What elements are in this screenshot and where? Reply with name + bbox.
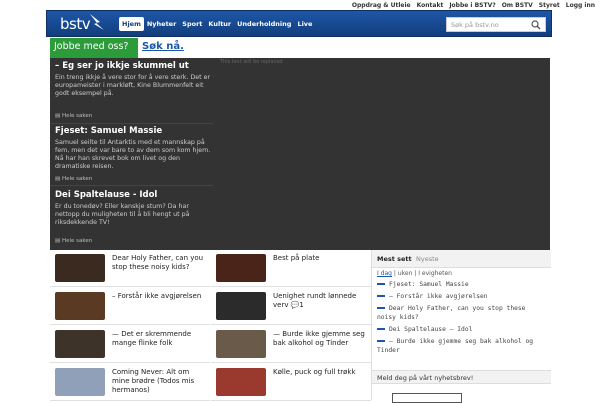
nav-underholdning[interactable]: Underholdning <box>234 17 294 31</box>
bar-icon <box>377 328 385 330</box>
story-title[interactable]: Dei Spaltelause - Idol <box>55 190 213 200</box>
logo-mark-icon <box>90 14 104 30</box>
article-tile[interactable]: — Det er skremmende mange flinke folk <box>50 326 210 363</box>
article-tile[interactable]: Dear Holy Father, can you stop these noi… <box>50 250 210 287</box>
story-text: Ein treng ikkje å vere stor for å vere s… <box>55 74 211 97</box>
time-filter: I dag | uken | I evigheten <box>377 270 452 277</box>
top-link-kontakt[interactable]: Kontakt <box>417 2 444 9</box>
article-thumbnail[interactable] <box>55 292 105 320</box>
article-thumbnail[interactable] <box>55 330 105 358</box>
article-title[interactable]: — Burde ikke gjemme seg bak alkohol og T… <box>273 330 368 348</box>
story-title[interactable]: – Eg ser jo ikkje skummel ut <box>55 61 213 71</box>
filter-ever[interactable]: I evigheten <box>418 270 452 277</box>
search-icon[interactable] <box>531 20 541 30</box>
article-thumbnail[interactable] <box>55 254 105 282</box>
nav-live[interactable]: Live <box>294 17 315 31</box>
story-title[interactable]: Fjeset: Samuel Massie <box>55 126 213 136</box>
top-link-oppdrag[interactable]: Oppdrag & Utleie <box>352 2 411 9</box>
article-thumbnail[interactable] <box>216 330 266 358</box>
nav-sport[interactable]: Sport <box>179 17 205 31</box>
site-header: bstv Hjem Nyheter Sport Kultur Underhold… <box>46 10 552 37</box>
article-tile[interactable]: — Burde ikke gjemme seg bak alkohol og T… <box>211 326 371 363</box>
story-text: Er du tonedøv? Eller kanskje stum? Da ha… <box>55 203 190 226</box>
most-viewed-sidebar: Mest sett Nyeste I dag | uken | I evighe… <box>371 250 551 403</box>
list-item[interactable]: — Burde ikke gjemme seg bak alkohol og T… <box>377 337 547 355</box>
story-text: Samuel seilte til Antarktis med et manns… <box>55 139 211 170</box>
job-banner[interactable]: Jobbe med oss? Søk nå. <box>50 38 550 58</box>
video-placeholder: This text will be replaced <box>220 59 283 65</box>
job-banner-link[interactable]: Søk nå. <box>142 41 184 52</box>
bar-icon <box>377 340 385 342</box>
article-thumbnail[interactable] <box>216 292 266 320</box>
article-title[interactable]: Best på plate <box>273 254 368 263</box>
article-tile[interactable]: – Forstår ikke avgjørelsen <box>50 288 210 325</box>
nav-hjem[interactable]: Hjem <box>119 17 144 31</box>
article-thumbnail[interactable] <box>216 368 266 396</box>
tab-most-viewed[interactable]: Mest sett <box>377 255 412 263</box>
most-viewed-list: Fjeset: Samuel Massie – Forstår ikke avg… <box>377 280 547 355</box>
article-tile[interactable]: Coming Never: Alt om mine brødre (Todos … <box>50 364 210 401</box>
story-more-link[interactable]: ▤ Hele saken <box>55 238 92 244</box>
article-title[interactable]: Uenighet rundt lønnede verv 💬1 <box>273 292 368 310</box>
sidebar-tabs: Mest sett Nyeste <box>372 250 551 268</box>
article-tile[interactable]: Kølle, puck og full trøkk <box>211 364 371 401</box>
article-grid: Dear Holy Father, can you stop these noi… <box>50 250 371 401</box>
article-title[interactable]: Coming Never: Alt om mine brødre (Todos … <box>112 368 207 395</box>
story-more-link[interactable]: ▤ Hele saken <box>55 176 92 182</box>
featured-story-1[interactable]: – Eg ser jo ikkje skummel ut Ein treng i… <box>50 61 213 124</box>
top-link-jobbe[interactable]: Jobbe i BSTV? <box>449 2 495 9</box>
article-title[interactable]: Dear Holy Father, can you stop these noi… <box>112 254 207 272</box>
search-placeholder: Søk på bstv.no <box>451 21 499 29</box>
list-item[interactable]: Dear Holy Father, can you stop these noi… <box>377 304 547 322</box>
search-input[interactable]: Søk på bstv.no <box>446 17 546 32</box>
newsletter-email-input[interactable] <box>392 393 462 403</box>
story-more-link[interactable]: ▤ Hele saken <box>55 113 92 119</box>
featured-story-3[interactable]: Dei Spaltelause - Idol Er du tonedøv? El… <box>55 190 213 244</box>
top-links-bar: Oppdrag & Utleie Kontakt Jobbe i BSTV? O… <box>0 0 600 10</box>
article-thumbnail[interactable] <box>55 368 105 396</box>
nav-nyheter[interactable]: Nyheter <box>144 17 179 31</box>
top-link-om[interactable]: Om BSTV <box>502 2 533 9</box>
main-nav: Hjem Nyheter Sport Kultur Underholdning … <box>119 17 315 31</box>
top-link-styret[interactable]: Styret <box>539 2 560 9</box>
filter-today[interactable]: I dag <box>377 270 392 277</box>
bar-icon <box>377 283 385 285</box>
nav-kultur[interactable]: Kultur <box>205 17 234 31</box>
story-divider <box>50 185 213 186</box>
article-thumbnail[interactable] <box>216 254 266 282</box>
featured-story-2[interactable]: Fjeset: Samuel Massie Samuel seilte til … <box>50 126 213 186</box>
story-divider <box>50 123 213 124</box>
list-item[interactable]: – Forstår ikke avgjørelsen <box>377 292 547 301</box>
list-item[interactable]: Fjeset: Samuel Massie <box>377 280 547 289</box>
tab-newest[interactable]: Nyeste <box>416 255 439 263</box>
list-item[interactable]: Dei Spaltelause – Idol <box>377 325 547 334</box>
article-tile[interactable]: Best på plate <box>211 250 371 287</box>
top-link-login[interactable]: Logg inn <box>566 2 595 9</box>
article-title[interactable]: — Det er skremmende mange flinke folk <box>112 330 207 348</box>
article-tile[interactable]: Uenighet rundt lønnede verv 💬1 <box>211 288 371 325</box>
newsletter-heading: Meld deg på vårt nyhetsbrev! <box>372 370 551 384</box>
article-title[interactable]: Kølle, puck og full trøkk <box>273 368 368 377</box>
job-banner-question: Jobbe med oss? <box>50 38 138 58</box>
article-title[interactable]: – Forstår ikke avgjørelsen <box>112 292 207 301</box>
bar-icon <box>377 295 385 297</box>
bar-icon <box>377 307 385 309</box>
filter-week[interactable]: uken <box>398 270 413 277</box>
featured-panel: – Eg ser jo ikkje skummel ut Ein treng i… <box>50 58 550 250</box>
